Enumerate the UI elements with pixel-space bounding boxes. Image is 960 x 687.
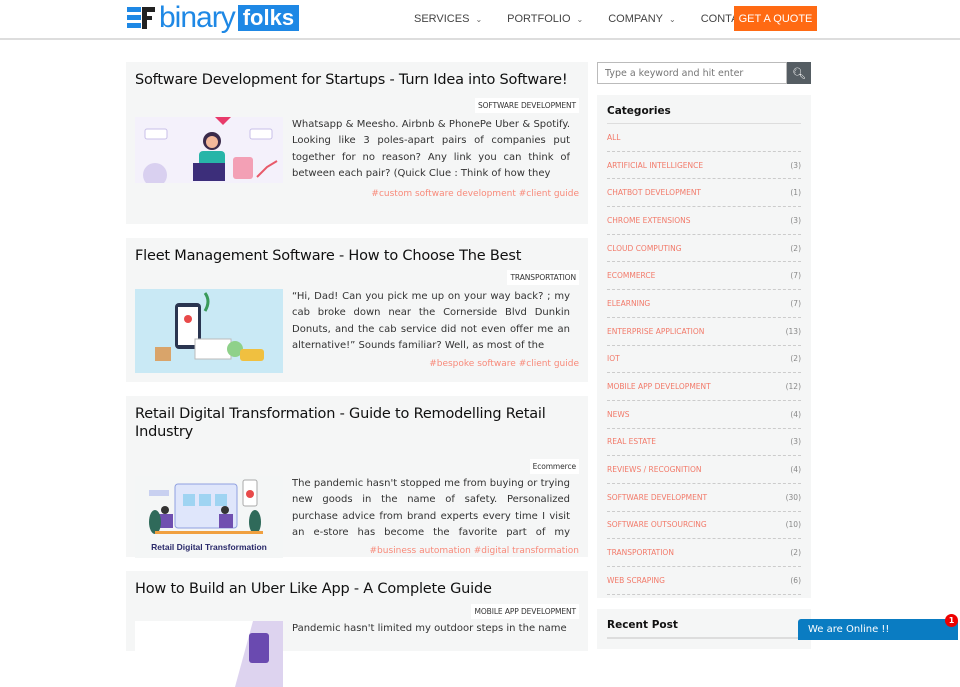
- category-name: TRANSPORTATION: [607, 548, 674, 558]
- category-name: NEWS: [607, 409, 630, 419]
- category-item[interactable]: CHATBOT DEVELOPMENT (1): [607, 179, 801, 208]
- nav-services[interactable]: SERVICES ⌄: [414, 13, 482, 25]
- category-item[interactable]: ARTIFICIAL INTELLIGENCE (3): [607, 152, 801, 180]
- category-item[interactable]: SOFTWARE OUTSOURCING (10): [607, 512, 801, 540]
- categories-widget: Categories ALL ARTIFICIAL INTELLIGENCE (3)…: [597, 95, 811, 598]
- post-card: How to Build an Uber Like App - A Comple…: [126, 571, 588, 687]
- category-name: SOFTWARE OUTSOURCING: [607, 520, 707, 530]
- post-hashtags[interactable]: #custom software development #client gui…: [135, 189, 579, 199]
- category-name: ARTIFICIAL INTELLIGENCE: [607, 160, 704, 170]
- category-item[interactable]: ENTERPRISE APPLICATION (13): [607, 318, 801, 346]
- category-item[interactable]: REAL ESTATE (3): [607, 429, 801, 457]
- category-item[interactable]: IOT (2): [607, 346, 801, 374]
- recent-post-widget: Recent Post: [597, 609, 811, 649]
- category-item[interactable]: ELEARNING (7): [607, 290, 801, 318]
- category-count: (7): [790, 298, 801, 308]
- chat-notification-badge: 1: [945, 614, 958, 627]
- nav-label: PORTFOLIO: [507, 13, 571, 25]
- category-item[interactable]: CLOUD COMPUTING (2): [607, 235, 801, 263]
- category-count: (12): [785, 382, 801, 392]
- category-item[interactable]: MOBILE APP DEVELOPMENT (12): [607, 373, 801, 401]
- post-title[interactable]: Software Development for Startups - Turn…: [135, 71, 579, 89]
- post-category-tag[interactable]: TRANSPORTATION: [507, 270, 579, 285]
- category-name: REVIEWS / RECOGNITION: [607, 465, 702, 475]
- post-title[interactable]: Fleet Management Software - How to Choos…: [135, 247, 579, 265]
- category-name: ALL: [607, 132, 621, 142]
- category-name: CHROME EXTENSIONS: [607, 215, 691, 225]
- category-item[interactable]: ALL: [607, 124, 801, 152]
- category-item[interactable]: CHROME EXTENSIONS (3): [607, 207, 801, 235]
- category-item[interactable]: SOFTWARE DEVELOPMENT (30): [607, 484, 801, 512]
- get-a-quote-button[interactable]: GET A QUOTE: [734, 6, 817, 31]
- category-name: ECOMMERCE: [607, 271, 656, 281]
- chat-widget-button[interactable]: We are Online !! 1: [798, 614, 958, 640]
- nav-label: COMPANY: [608, 13, 664, 25]
- logo[interactable]: binary folks: [125, 1, 300, 34]
- category-count: (3): [790, 215, 801, 225]
- post-category-tag[interactable]: MOBILE APP DEVELOPMENT: [471, 604, 579, 619]
- post-card: Software Development for Startups - Turn…: [126, 62, 588, 224]
- category-item[interactable]: WEB SCRAPING (6): [607, 567, 801, 595]
- categories-title: Categories: [607, 95, 801, 124]
- nav-label: SERVICES: [414, 13, 470, 25]
- category-name: REAL ESTATE: [607, 437, 657, 447]
- category-count: (10): [785, 520, 801, 530]
- category-count: (13): [785, 326, 801, 336]
- post-thumbnail[interactable]: Retail Digital Transformation: [135, 476, 283, 558]
- logo-box-text: folks: [237, 5, 300, 31]
- category-count: (2): [790, 548, 801, 558]
- post-excerpt: Pandemic hasn't limited my outdoor steps…: [292, 623, 567, 634]
- category-count: (1): [790, 188, 801, 198]
- category-list: ALL ARTIFICIAL INTELLIGENCE (3) CHATBOT DEV…: [607, 124, 801, 595]
- category-count: (3): [790, 437, 801, 447]
- recent-post-title: Recent Post: [607, 609, 801, 639]
- post-category-tag[interactable]: SOFTWARE DEVELOPMENT: [474, 98, 579, 113]
- nav-company[interactable]: COMPANY ⌄: [608, 13, 676, 25]
- category-item[interactable]: REVIEWS / RECOGNITION (4): [607, 456, 801, 484]
- post-card: Fleet Management Software - How to Choos…: [126, 238, 588, 382]
- category-count: (30): [785, 492, 801, 502]
- category-item[interactable]: NEWS (4): [607, 401, 801, 429]
- chat-label: We are Online !!: [808, 624, 890, 635]
- category-count: (6): [790, 575, 801, 585]
- category-count: (4): [790, 465, 801, 475]
- search-input[interactable]: [597, 62, 787, 84]
- category-name: ELEARNING: [607, 298, 651, 308]
- site-header: binary folks SERVICES ⌄ PORTFOLIO ⌄ COMPAN…: [0, 0, 960, 40]
- category-name: CLOUD COMPUTING: [607, 243, 682, 253]
- search-bar: 🔍︎: [597, 62, 811, 84]
- post-title[interactable]: How to Build an Uber Like App - A Comple…: [135, 580, 579, 598]
- category-item[interactable]: TRANSPORTATION (2): [607, 539, 801, 567]
- category-name: WEB SCRAPING: [607, 575, 665, 585]
- search-button[interactable]: 🔍︎: [787, 62, 811, 84]
- category-item[interactable]: ECOMMERCE (7): [607, 262, 801, 291]
- category-name: ENTERPRISE APPLICATION: [607, 326, 705, 336]
- thumbnail-caption: Retail Digital Transformation: [151, 542, 267, 552]
- category-name: IOT: [607, 354, 620, 364]
- search-icon: 🔍︎: [792, 66, 806, 80]
- post-excerpt: The pandemic hasn't stopped me from buyi…: [292, 478, 570, 538]
- category-name: SOFTWARE DEVELOPMENT: [607, 492, 708, 502]
- post-excerpt: “Hi, Dad! Can you pick me up on your way…: [292, 291, 570, 351]
- post-thumbnail[interactable]: [135, 621, 283, 687]
- chevron-down-icon: ⌄: [475, 14, 483, 24]
- post-thumbnail[interactable]: [135, 117, 283, 183]
- category-count: (4): [790, 409, 801, 419]
- logo-text: binary: [159, 1, 236, 34]
- category-name: MOBILE APP DEVELOPMENT: [607, 382, 711, 392]
- logo-mark-icon: [125, 4, 157, 32]
- post-card: Retail Digital Transformation - Guide to…: [126, 396, 588, 558]
- category-count: (2): [790, 243, 801, 253]
- post-category-tag[interactable]: Ecommerce: [529, 459, 579, 474]
- category-count: (2): [790, 354, 801, 364]
- category-count: (3): [790, 160, 801, 170]
- chevron-down-icon: ⌄: [669, 14, 676, 24]
- category-count: (7): [790, 271, 801, 281]
- chevron-down-icon: ⌄: [576, 14, 584, 24]
- post-thumbnail[interactable]: [135, 289, 283, 373]
- category-name: CHATBOT DEVELOPMENT: [607, 188, 702, 198]
- nav-portfolio[interactable]: PORTFOLIO ⌄: [507, 13, 583, 25]
- post-excerpt: Whatsapp & Meesho. Airbnb & PhonePe Uber…: [292, 119, 570, 179]
- post-title[interactable]: Retail Digital Transformation - Guide to…: [135, 405, 579, 441]
